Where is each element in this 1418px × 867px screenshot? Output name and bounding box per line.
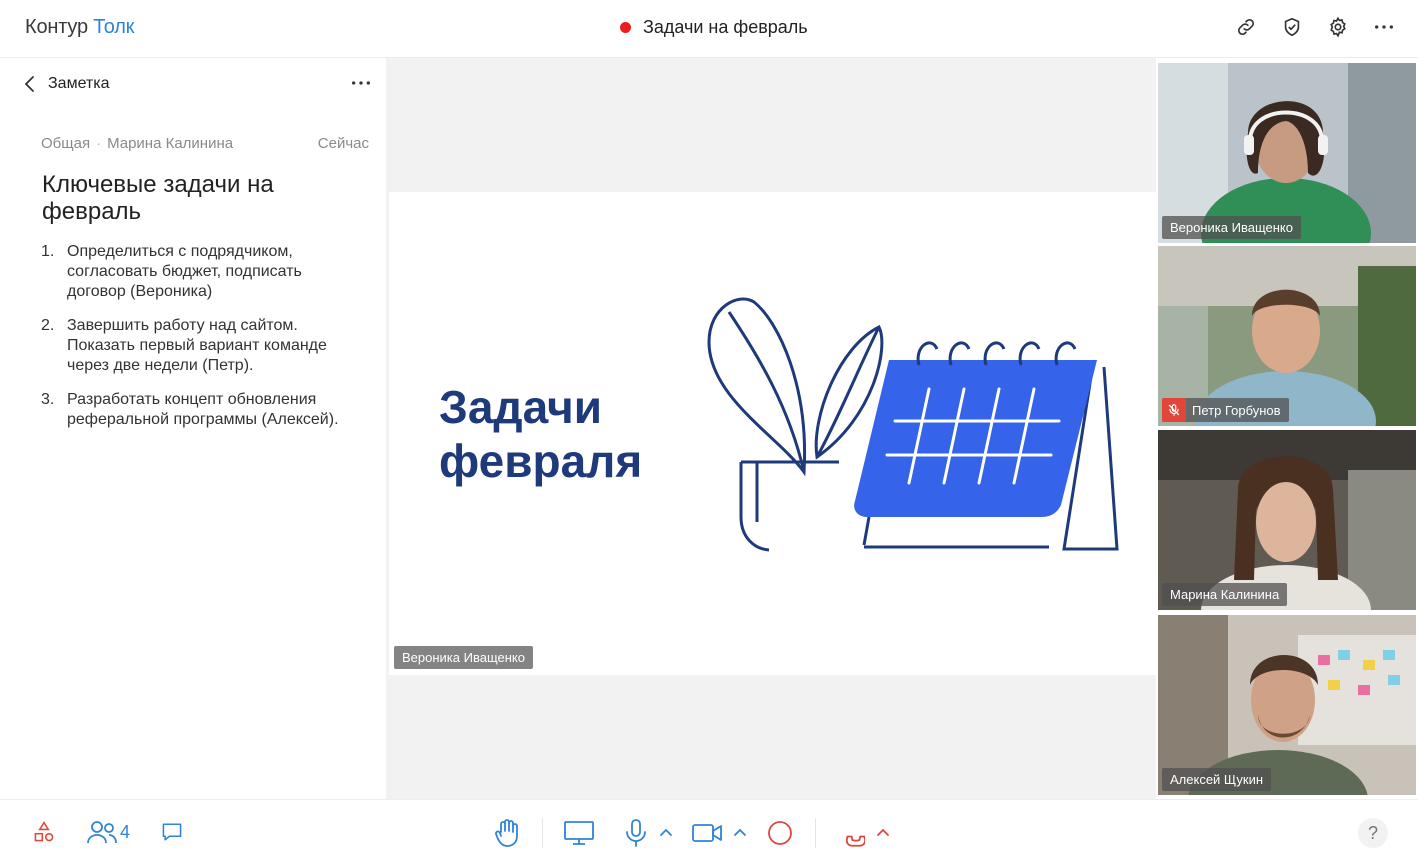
slide-title: Задачи февраля (439, 380, 642, 488)
toolbar-divider (542, 818, 543, 848)
mic-options-chevron-icon[interactable] (659, 824, 673, 842)
participant-name-text: Алексей Щукин (1170, 772, 1264, 787)
participant-name: Вероника Иващенко (1162, 216, 1301, 239)
link-icon[interactable] (1234, 15, 1258, 39)
mic-muted-icon (1162, 398, 1186, 422)
participants-count: 4 (120, 821, 131, 842)
list-item[interactable]: 2. Завершить работу над сайтом. Показать … (41, 316, 361, 376)
presentation-stage: Задачи февраля Вероника Иващенко (386, 58, 1156, 799)
toolbar-center (492, 818, 908, 848)
participant-name: Алексей Щукин (1162, 768, 1272, 791)
call-options-chevron-icon[interactable] (876, 824, 890, 842)
list-item-number: 1. (41, 243, 55, 260)
list-item-text: Определиться с подрядчиком, согласовать … (67, 243, 302, 300)
help-button[interactable]: ? (1358, 818, 1388, 848)
calendar-plant-illustration (707, 297, 1119, 552)
note-title[interactable]: Ключевые задачи на февраль (42, 171, 342, 225)
toolbar-divider (815, 818, 816, 848)
participant-tile[interactable]: Вероника Иващенко (1158, 63, 1416, 243)
camera-icon[interactable] (691, 818, 723, 848)
shield-check-icon[interactable] (1280, 15, 1304, 39)
gear-icon[interactable] (1326, 15, 1350, 39)
toolbar-left: 4 (32, 820, 184, 844)
list-item-text: Разработать концепт обновления реферальн… (67, 391, 339, 428)
note-header: Заметка (20, 72, 372, 96)
participants-button[interactable]: 4 (86, 820, 130, 844)
note-time: Сейчас (317, 135, 369, 152)
raise-hand-icon[interactable] (492, 818, 522, 848)
participant-tile[interactable]: Петр Горбунов (1158, 246, 1416, 426)
microphone-icon[interactable] (623, 818, 649, 848)
chat-icon[interactable] (160, 820, 184, 844)
shapes-icon[interactable] (32, 820, 56, 844)
top-actions (1234, 15, 1396, 39)
participant-tile[interactable]: Марина Калинина (1158, 430, 1416, 610)
participant-tiles: Вероника Иващенко Петр Горбунов Марина К… (1158, 63, 1416, 799)
note-list: 1. Определиться с подрядчиком, согласоват… (41, 242, 361, 444)
list-item-number: 3. (41, 391, 55, 408)
note-more-icon[interactable] (350, 72, 372, 99)
logo-brand: Контур (25, 16, 88, 38)
participant-name: Марина Калинина (1162, 583, 1288, 606)
note-meta: Общая · Марина Калинина Сейчас (41, 135, 369, 152)
note-panel: Заметка Общая · Марина Калинина Сейчас К… (0, 58, 386, 799)
note-author: Марина Калинина (107, 135, 234, 152)
participant-tile[interactable]: Алексей Щукин (1158, 615, 1416, 795)
logo-product: Толк (93, 16, 135, 38)
camera-options-chevron-icon[interactable] (733, 824, 747, 842)
meeting-title: Задачи на февраль (620, 17, 808, 38)
participant-name-text: Петр Горбунов (1192, 402, 1281, 418)
slide-title-line2: февраля (439, 435, 643, 487)
list-item[interactable]: 1. Определиться с подрядчиком, согласоват… (41, 242, 361, 302)
shared-slide: Задачи февраля (389, 192, 1156, 675)
more-horizontal-icon[interactable] (1372, 15, 1396, 39)
bottom-toolbar: 4 ? (0, 799, 1418, 867)
app-logo: Контур Толк (25, 16, 134, 39)
list-item-text: Завершить работу над сайтом. Показать пе… (67, 317, 327, 374)
participant-name-text: Марина Калинина (1170, 587, 1280, 602)
meta-separator: · (96, 135, 102, 152)
list-item[interactable]: 3. Разработать концепт обновления реферал… (41, 390, 361, 430)
note-category: Общая (41, 135, 91, 152)
top-bar: Контур Толк Задачи на февраль (0, 0, 1418, 58)
recording-indicator-icon (620, 22, 631, 33)
record-icon[interactable] (765, 818, 795, 848)
meeting-title-text: Задачи на февраль (643, 17, 808, 37)
screen-share-icon[interactable] (563, 818, 595, 848)
participant-name-text: Вероника Иващенко (1170, 220, 1293, 235)
hang-up-icon[interactable] (836, 818, 866, 848)
back-chevron-icon[interactable] (20, 74, 40, 94)
list-item-number: 2. (41, 317, 55, 334)
presenter-name-tag: Вероника Иващенко (394, 646, 533, 669)
participant-name: Петр Горбунов (1162, 398, 1289, 422)
people-icon (87, 821, 117, 844)
note-header-title: Заметка (48, 75, 110, 92)
slide-title-line1: Задачи (439, 381, 603, 433)
